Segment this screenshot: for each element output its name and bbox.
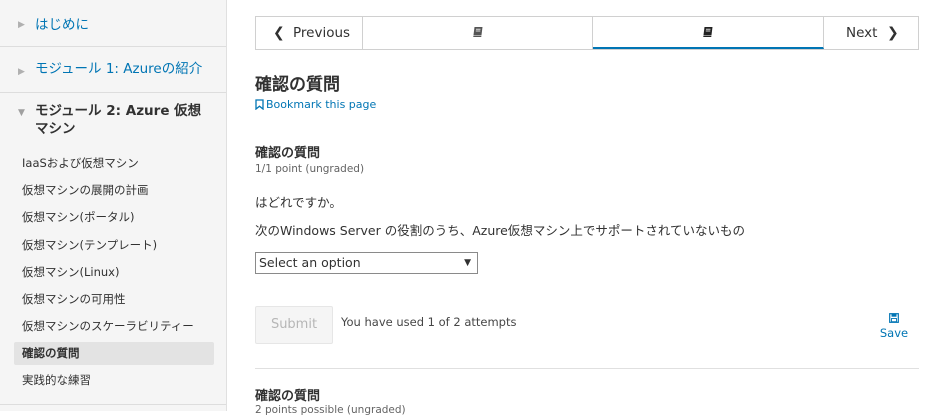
previous-label: Previous (293, 25, 351, 41)
caret-right-icon: ▶ (18, 67, 25, 77)
section-title[interactable]: モジュール 1: Azureの紹介 (35, 60, 202, 78)
sequence-tab-2-active[interactable] (593, 17, 824, 49)
problem-title: 確認の質問 (255, 146, 321, 161)
section-introduction[interactable]: ▶ はじめに (0, 0, 226, 47)
section-module-1[interactable]: ▶ モジュール 1: Azureの紹介 (0, 47, 226, 93)
sidebar-item-practice[interactable]: 実践的な練習 (14, 369, 214, 392)
next-label: Next (846, 25, 878, 41)
book-icon (472, 26, 482, 37)
bookmark-button[interactable]: Bookmark this page (255, 98, 376, 111)
section-title[interactable]: はじめに (35, 16, 89, 34)
answer-select[interactable]: Select an option ▼ (255, 252, 478, 274)
chevron-left-icon: ❮ (273, 25, 285, 41)
sequence-nav: ❮ Previous Next ❯ (255, 16, 919, 50)
divider (0, 404, 226, 405)
book-icon (703, 26, 713, 37)
bookmark-icon (255, 98, 264, 110)
save-button[interactable]: Save (876, 313, 912, 340)
question-text-line-1: はどれですか。 (255, 195, 342, 210)
save-icon (889, 313, 899, 323)
section-module-2[interactable]: ▼ モジュール 2: Azure 仮想マシン (0, 93, 226, 150)
submit-button[interactable]: Submit (255, 306, 333, 344)
dropdown-arrow-icon: ▼ (464, 258, 471, 268)
sidebar-item-scalability[interactable]: 仮想マシンのスケーラビリティー (14, 315, 214, 338)
sidebar-item-vm-portal[interactable]: 仮想マシン(ポータル) (14, 206, 214, 229)
next-problem-title: 確認の質問 (255, 389, 321, 404)
chevron-right-icon: ❯ (887, 25, 899, 41)
caret-down-icon: ▼ (18, 108, 25, 118)
sidebar-item-review-questions[interactable]: 確認の質問 (14, 342, 214, 365)
problem-points: 1/1 point (ungraded) (255, 163, 365, 175)
section-title[interactable]: モジュール 2: Azure 仮想マシン (35, 102, 210, 138)
sequence-tab-1[interactable] (363, 17, 593, 49)
previous-button[interactable]: ❮ Previous (256, 17, 363, 49)
attempts-status: You have used 1 of 2 attempts (341, 315, 517, 329)
sidebar-item-iaas[interactable]: IaaSおよび仮想マシン (14, 152, 214, 175)
question-text-line-2: 次のWindows Server の役割のうち、Azure仮想マシン上でサポート… (255, 223, 745, 238)
sidebar-item-deployment-plan[interactable]: 仮想マシンの展開の計画 (14, 179, 214, 202)
next-button[interactable]: Next ❯ (824, 17, 918, 49)
sidebar-item-vm-linux[interactable]: 仮想マシン(Linux) (14, 261, 214, 284)
problem-divider (255, 368, 919, 369)
page-title: 確認の質問 (255, 75, 340, 95)
next-problem-points: 2 points possible (ungraded) (255, 404, 406, 416)
course-outline-sidebar: ▶ はじめに ▶ モジュール 1: Azureの紹介 ▼ モジュール 2: Az… (0, 0, 227, 411)
select-value: Select an option (259, 255, 361, 270)
sidebar-item-vm-template[interactable]: 仮想マシン(テンプレート) (14, 234, 214, 257)
sidebar-item-availability[interactable]: 仮想マシンの可用性 (14, 288, 214, 311)
bookmark-label: Bookmark this page (266, 98, 377, 111)
caret-right-icon: ▶ (18, 20, 25, 30)
save-label: Save (879, 326, 909, 340)
